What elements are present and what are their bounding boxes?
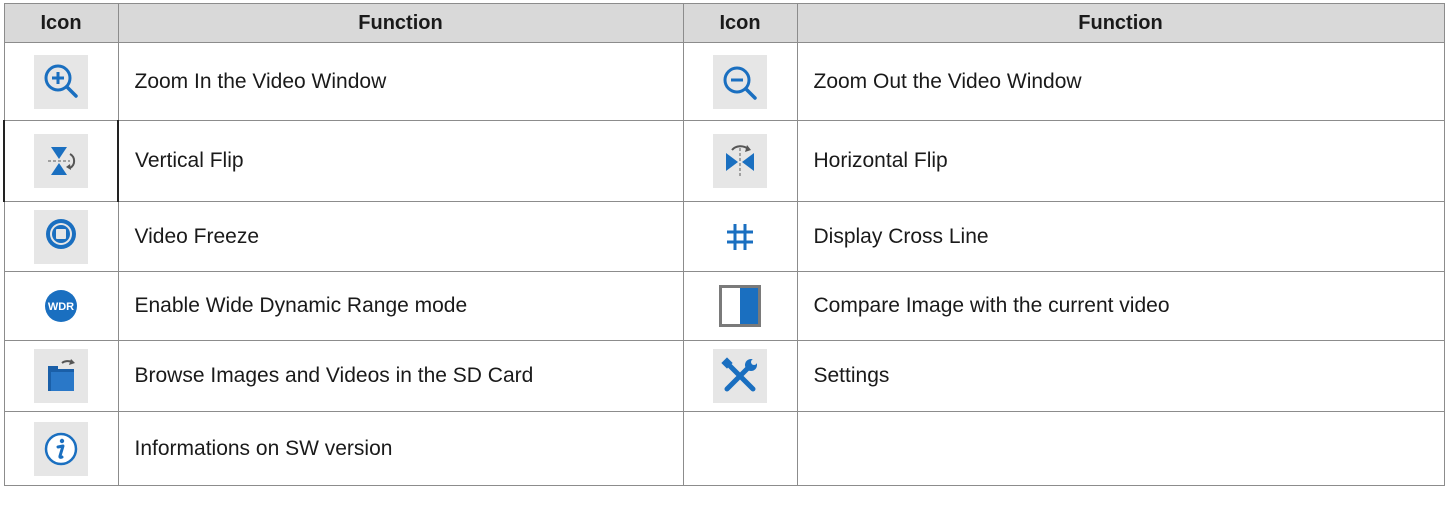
wdr-icon-text: WDR: [48, 301, 74, 313]
function-settings: Settings: [796, 340, 1445, 412]
function-wdr: Enable Wide Dynamic Range mode: [117, 271, 684, 341]
zoom-out-icon: [713, 54, 767, 109]
video-freeze-icon: [34, 209, 88, 264]
table-row: Informations on SW version: [3, 411, 1445, 486]
vertical-flip-icon: [34, 134, 88, 188]
header-row: Icon Function Icon Function: [3, 3, 1445, 43]
info-icon: [34, 421, 88, 476]
empty-icon-cell: [682, 411, 798, 486]
function-cross-line: Display Cross Line: [796, 201, 1445, 272]
zoom-in-icon: [34, 54, 88, 109]
settings-icon: [713, 349, 767, 403]
function-zoom-out: Zoom Out the Video Window: [796, 42, 1445, 121]
header-icon-2: Icon: [682, 3, 798, 43]
function-compare: Compare Image with the current video: [796, 271, 1445, 341]
table-row: Video Freeze Display Cross Line: [3, 201, 1445, 272]
folder-icon: [34, 349, 88, 403]
header-function-1: Function: [117, 3, 684, 43]
table-row: Browse Images and Videos in the SD Card …: [3, 340, 1445, 412]
cross-line-icon: [713, 209, 767, 264]
function-horizontal-flip: Horizontal Flip: [796, 120, 1445, 202]
horizontal-flip-icon: [713, 134, 767, 188]
compare-icon: [713, 279, 767, 333]
function-vertical-flip: Vertical Flip: [117, 120, 684, 202]
function-info: Informations on SW version: [117, 411, 684, 486]
table-row: Vertical Flip Horizontal Flip: [3, 120, 1445, 202]
table-row: WDR Enable Wide Dynamic Range mode Compa…: [3, 271, 1445, 341]
icon-function-table: Icon Function Icon Function Zoom In the …: [3, 3, 1445, 486]
header-icon-1: Icon: [3, 3, 119, 43]
function-browse: Browse Images and Videos in the SD Card: [117, 340, 684, 412]
function-video-freeze: Video Freeze: [117, 201, 684, 272]
header-function-2: Function: [796, 3, 1445, 43]
table-row: Zoom In the Video Window Zoom Out the Vi…: [3, 42, 1445, 121]
empty-function-cell: [796, 411, 1445, 486]
function-zoom-in: Zoom In the Video Window: [117, 42, 684, 121]
wdr-icon: WDR: [34, 279, 88, 333]
